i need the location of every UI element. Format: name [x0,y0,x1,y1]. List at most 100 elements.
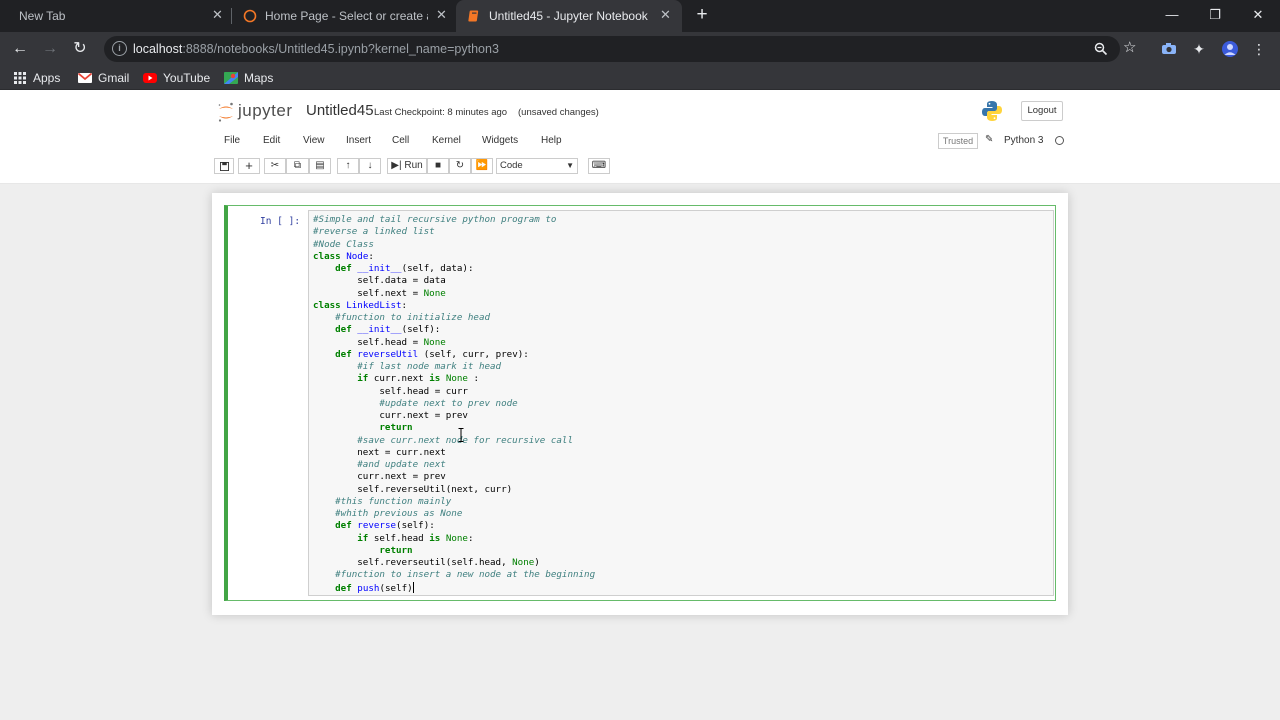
code-line: #if last node mark it head [357,361,502,372]
bookmark-star-icon[interactable]: ☆ [1123,40,1136,56]
bookmark-youtube[interactable]: YouTube [143,71,210,85]
bookmark-label: Gmail [98,71,130,85]
text-caret [412,581,414,593]
menu-widgets[interactable]: Widgets [482,135,518,146]
close-icon[interactable]: ✕ [660,8,671,22]
bookmark-maps[interactable]: Maps [224,71,273,85]
code-text: #Simple and tail recursive python progra… [313,214,595,595]
camera-extension-icon[interactable] [1160,40,1178,58]
code-line: def __init__(self): [335,324,441,336]
browser-tab-strip: New Tab ✕ Home Page - Select or create a… [0,0,1280,32]
command-palette-button[interactable]: ⌨ [588,158,610,174]
menu-help[interactable]: Help [541,135,562,146]
notebook-container: In [ ]: #Simple and tail recursive pytho… [0,185,1280,720]
menu-kernel[interactable]: Kernel [432,135,461,146]
cell-type-value: Code [500,160,523,171]
move-down-button[interactable]: ↓ [359,158,381,174]
notebook-favicon-icon [468,10,479,22]
copy-button[interactable]: ⧉ [286,158,309,174]
code-line: class LinkedList: [313,299,408,311]
profile-avatar[interactable] [1221,40,1239,58]
notebook-name[interactable]: Untitled45 [306,102,374,119]
last-checkpoint: Last Checkpoint: 8 minutes ago [374,107,508,118]
code-line: self.head = curr [313,385,468,397]
save-button[interactable] [214,158,234,174]
scissors-icon: ✂ [270,160,280,171]
code-line: if self.head is None: [357,532,474,544]
arrow-up-icon: ↑ [345,160,351,171]
menu-edit[interactable]: Edit [263,135,280,146]
move-up-button[interactable]: ↑ [337,158,359,174]
code-line: self.reverseutil(self.head, None) [313,557,540,568]
minimize-icon[interactable]: — [1160,5,1184,25]
code-line: curr.next = prev [313,471,446,483]
code-line: if curr.next is None : [357,373,480,385]
menu-view[interactable]: View [303,135,325,146]
tab-home-page[interactable]: Home Page - Select or create a n ✕ [232,0,454,32]
code-line: #update next to prev node [379,397,518,409]
site-info-icon[interactable]: i [112,41,127,56]
code-line: #reverse a linked list [313,226,435,238]
menu-cell[interactable]: Cell [392,135,409,146]
reload-icon[interactable]: ↻ [69,38,91,60]
stop-icon: ■ [434,160,442,171]
kernel-idle-indicator-icon [1055,136,1064,145]
bookmark-gmail[interactable]: Gmail [78,71,129,85]
code-line: #function to initialize head [335,312,491,323]
window-close-icon[interactable]: ✕ [1246,5,1270,25]
gmail-icon [78,72,92,83]
python-logo-icon [982,101,1002,121]
input-prompt: In [ ]: [260,216,301,227]
trusted-badge[interactable]: Trusted [938,133,978,149]
menu-insert[interactable]: Insert [346,135,371,146]
edit-pencil-icon[interactable]: ✎ [985,134,993,145]
url-host: localhost [133,42,183,56]
text-cursor-icon [458,428,464,442]
restart-kernel-button[interactable]: ↻ [449,158,471,174]
tab-title: New Tab [19,9,66,23]
close-icon[interactable]: ✕ [212,8,223,22]
bookmark-apps[interactable]: Apps [13,71,60,85]
bookmark-label: Apps [33,71,61,85]
forward-arrow-icon[interactable]: → [39,38,61,60]
restore-icon[interactable]: ❐ [1203,5,1227,25]
restart-icon: ↻ [455,160,465,171]
run-button[interactable]: ▶| Run [387,158,427,174]
jupyter-header: jupyter Untitled45 Last Checkpoint: 8 mi… [0,90,1280,184]
code-line: #whith previous as None [335,508,463,519]
code-cell[interactable]: In [ ]: #Simple and tail recursive pytho… [224,205,1056,601]
code-editor[interactable]: #Simple and tail recursive python progra… [308,210,1054,596]
extensions-puzzle-icon[interactable]: ✦ [1190,40,1208,58]
cell-type-select[interactable]: Code ▼ [496,158,578,174]
zoom-icon[interactable] [1094,42,1108,56]
tab-new-tab[interactable]: New Tab ✕ [8,0,230,32]
close-icon[interactable]: ✕ [436,8,447,22]
paste-button[interactable]: ▤ [309,158,331,174]
tab-untitled45[interactable]: Untitled45 - Jupyter Notebook ✕ [456,0,682,32]
code-line: self.data = data [313,275,446,287]
paste-icon: ▤ [315,160,325,171]
code-line: #Simple and tail recursive python progra… [313,214,557,225]
restart-run-all-button[interactable]: ⏩ [471,158,493,174]
step-forward-icon: ▶| [391,160,402,171]
address-bar[interactable]: i localhost:8888/notebooks/Untitled45.ip… [104,36,1136,62]
code-line: #function to insert a new node at the be… [335,569,596,581]
new-tab-plus-icon[interactable]: + [692,4,712,26]
code-line: return [379,544,413,556]
code-line: #Node Class [313,238,374,250]
browser-toolbar: ← → ↻ i localhost:8888/notebooks/Untitle… [0,32,1280,66]
run-label: Run [404,160,423,171]
code-line: def push(self) [335,581,414,594]
jupyter-toolbar: + ✂ ⧉ ▤ ↑ ↓ ▶| Run ■ ↻ ⏩ Code ▼ ⌨ [212,155,1068,177]
bookmark-label: YouTube [163,71,211,85]
menu-file[interactable]: File [224,135,240,146]
maps-icon [224,72,238,84]
code-line: next = curr.next [313,446,446,458]
back-arrow-icon[interactable]: ← [9,38,31,60]
insert-cell-below-button[interactable]: + [238,158,260,174]
interrupt-kernel-button[interactable]: ■ [427,158,449,174]
logout-button[interactable]: Logout [1021,101,1063,121]
more-menu-icon[interactable]: ⋮ [1250,40,1268,58]
cut-button[interactable]: ✂ [264,158,286,174]
code-line: def reverseUtil (self, curr, prev): [335,348,529,360]
